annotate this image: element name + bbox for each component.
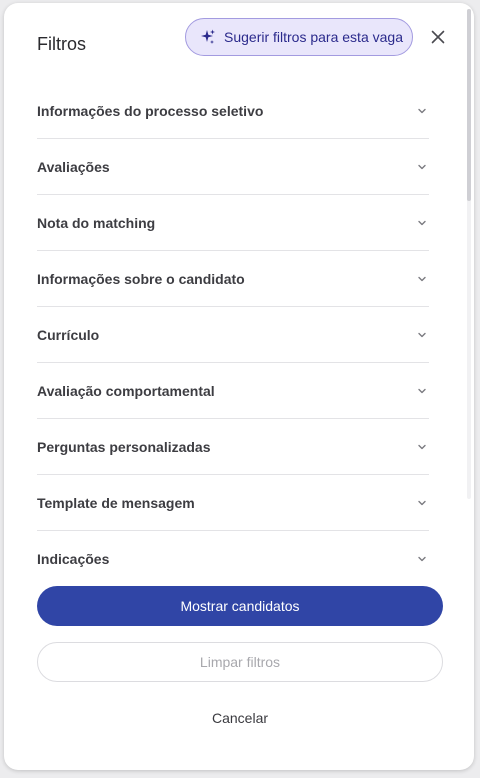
filter-item-label: Nota do matching: [37, 214, 156, 231]
filter-item-avaliacao-comportamental[interactable]: Avaliação comportamental: [37, 363, 429, 419]
scrollbar[interactable]: [467, 9, 471, 499]
filter-list: Informações do processo seletivo Avaliaç…: [37, 83, 429, 586]
chevron-down-icon: [417, 554, 427, 564]
close-button[interactable]: [428, 27, 448, 47]
filter-item-nota-matching[interactable]: Nota do matching: [37, 195, 429, 251]
filter-item-label: Indicações: [37, 550, 110, 567]
chevron-down-icon: [417, 442, 427, 452]
cancel-button[interactable]: Cancelar: [37, 703, 443, 733]
chevron-down-icon: [417, 274, 427, 284]
clear-filters-button[interactable]: Limpar filtros: [37, 642, 443, 682]
sparkle-icon: [200, 29, 216, 45]
filter-item-label: Perguntas personalizadas: [37, 438, 211, 455]
suggest-filters-button[interactable]: Sugerir filtros para esta vaga: [185, 18, 413, 56]
panel-title: Filtros: [37, 34, 86, 54]
chevron-down-icon: [417, 106, 427, 116]
chevron-down-icon: [417, 386, 427, 396]
chevron-down-icon: [417, 162, 427, 172]
filter-item-curriculo[interactable]: Currículo: [37, 307, 429, 363]
filter-item-label: Avaliações: [37, 158, 110, 175]
chevron-down-icon: [417, 498, 427, 508]
filter-item-avaliacoes[interactable]: Avaliações: [37, 139, 429, 195]
scrollbar-thumb[interactable]: [467, 9, 471, 201]
chevron-down-icon: [417, 218, 427, 228]
filter-item-candidato[interactable]: Informações sobre o candidato: [37, 251, 429, 307]
close-icon: [431, 30, 445, 44]
filter-item-label: Template de mensagem: [37, 494, 195, 511]
filter-item-label: Informações sobre o candidato: [37, 270, 245, 287]
filter-item-indicacoes[interactable]: Indicações: [37, 531, 429, 586]
show-candidates-button[interactable]: Mostrar candidatos: [37, 586, 443, 626]
filter-item-label: Avaliação comportamental: [37, 382, 215, 399]
filters-panel: Filtros Sugerir filtros para esta vaga I…: [4, 3, 474, 770]
filter-item-label: Informações do processo seletivo: [37, 102, 264, 119]
filter-item-perguntas-personalizadas[interactable]: Perguntas personalizadas: [37, 419, 429, 475]
chevron-down-icon: [417, 330, 427, 340]
filter-item-label: Currículo: [37, 326, 100, 343]
filter-item-template-mensagem[interactable]: Template de mensagem: [37, 475, 429, 531]
suggest-filters-label: Sugerir filtros para esta vaga: [224, 29, 403, 45]
filter-item-processo-seletivo[interactable]: Informações do processo seletivo: [37, 83, 429, 139]
